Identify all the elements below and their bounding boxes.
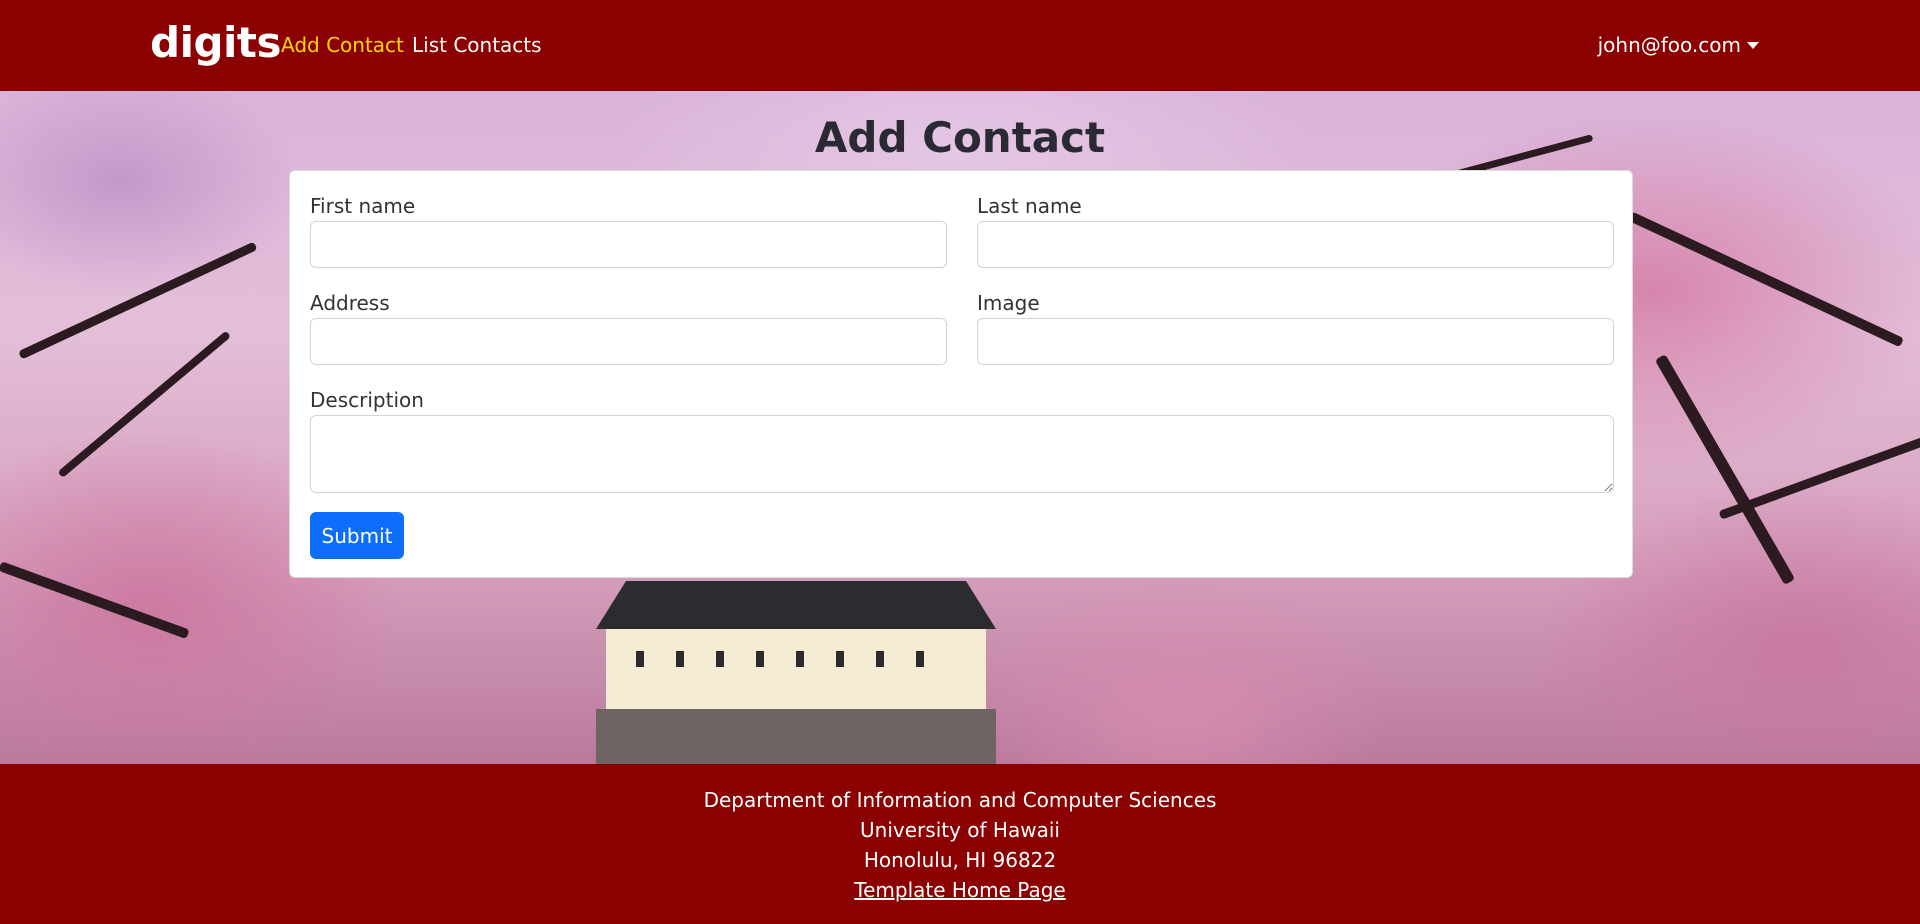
template-home-link[interactable]: Template Home Page [854, 878, 1065, 902]
first-name-label: First name [310, 194, 416, 218]
page-title: Add Contact [814, 113, 1106, 162]
add-contact-form: First name Last name Address Image Descr… [289, 170, 1633, 578]
description-textarea[interactable] [310, 415, 1614, 493]
tree-branch [1654, 354, 1796, 586]
footer-address: Honolulu, HI 96822 [863, 848, 1057, 872]
submit-button[interactable]: Submit [310, 512, 404, 559]
tree-branch [1718, 429, 1920, 520]
tree-branch [1627, 211, 1905, 348]
description-label: Description [310, 388, 424, 412]
first-name-input[interactable] [310, 221, 947, 268]
image-input[interactable] [977, 318, 1614, 365]
tree-branch [0, 561, 190, 640]
top-navbar: digits Add Contact List Contacts john@fo… [0, 0, 1920, 91]
last-name-input[interactable] [977, 221, 1614, 268]
user-dropdown[interactable]: john@foo.com [1598, 33, 1759, 57]
address-input[interactable] [310, 318, 947, 365]
page-footer: Department of Information and Computer S… [0, 764, 1920, 924]
footer-university: University of Hawaii [860, 818, 1060, 842]
castle-illustration [596, 581, 996, 764]
last-name-label: Last name [977, 194, 1082, 218]
user-email: john@foo.com [1597, 33, 1741, 57]
address-label: Address [310, 291, 390, 315]
brand-logo[interactable]: digits [150, 18, 282, 67]
nav-list-contacts[interactable]: List Contacts [412, 33, 542, 57]
footer-department: Department of Information and Computer S… [703, 788, 1217, 812]
nav-add-contact[interactable]: Add Contact [281, 33, 404, 57]
image-label: Image [977, 291, 1040, 315]
chevron-down-icon [1747, 41, 1759, 49]
tree-branch [57, 330, 232, 479]
